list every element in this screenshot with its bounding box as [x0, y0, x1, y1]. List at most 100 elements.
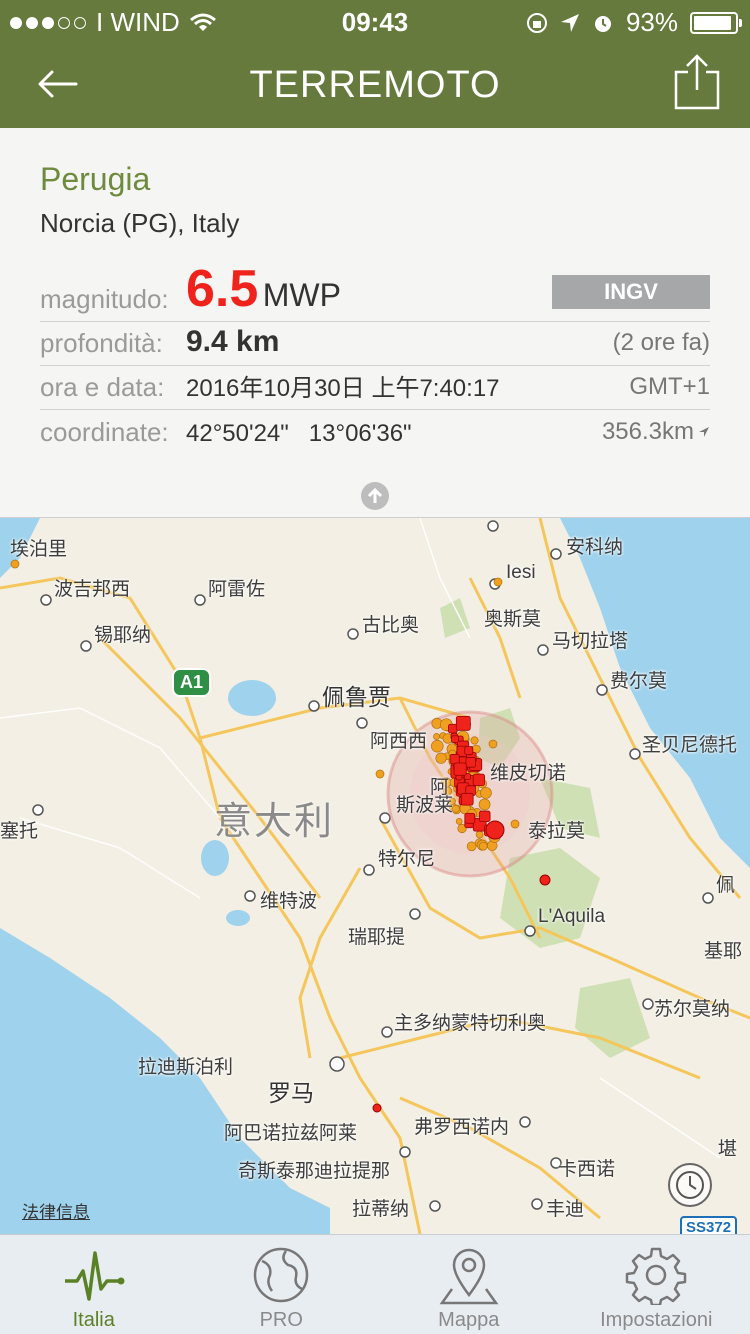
- map-pin-icon: [439, 1248, 499, 1305]
- datetime-value: 2016年10月30日 上午7:40:17: [186, 375, 500, 402]
- location-arrow-icon: [560, 13, 579, 32]
- city-label: 主多纳蒙特切利奥: [394, 1013, 547, 1034]
- distance-value: 356.3km: [601, 418, 694, 445]
- tab-pro[interactable]: PRO: [188, 1235, 376, 1334]
- region-name: Perugia: [40, 161, 151, 197]
- city-label: 苏尔莫纳: [654, 999, 731, 1020]
- seismograph-icon: [64, 1251, 125, 1301]
- battery-icon: [690, 11, 742, 34]
- alarm-icon: [594, 15, 611, 32]
- quake-marker[interactable]: [460, 792, 474, 806]
- status-bar: I WIND 09:43 93%: [0, 0, 750, 40]
- quake-marker[interactable]: [510, 819, 520, 829]
- quake-marker[interactable]: [10, 559, 20, 569]
- quake-marker[interactable]: [470, 736, 479, 745]
- city-label: L'Aquila: [538, 906, 606, 927]
- city-label: 塞托: [0, 821, 39, 842]
- orientation-lock-icon: [526, 12, 547, 33]
- quake-marker[interactable]: [375, 769, 385, 779]
- chevron-up-icon: [367, 487, 383, 503]
- depth-value: 9.4 km: [186, 325, 280, 358]
- city-label: 特尔尼: [378, 849, 436, 870]
- globe-icon: [254, 1247, 309, 1303]
- road-shield-ss372: SS372: [680, 1216, 738, 1234]
- recenter-button[interactable]: [668, 1163, 712, 1207]
- legal-info-link[interactable]: 法律信息: [22, 1198, 90, 1223]
- city-label: 瑞耶提: [348, 927, 406, 948]
- quake-marker[interactable]: [455, 818, 463, 825]
- city-label: 埃泊里: [10, 539, 68, 560]
- quake-marker[interactable]: [472, 773, 485, 786]
- timezone: GMT+1: [629, 373, 710, 400]
- quake-marker[interactable]: [478, 798, 491, 811]
- quake-marker[interactable]: [452, 804, 460, 813]
- tab-label: Impostazioni: [600, 1309, 713, 1331]
- coordinates-label: coordinate:: [40, 417, 169, 447]
- city-label: Iesi: [506, 562, 536, 583]
- quake-marker[interactable]: [433, 733, 440, 741]
- city-label: 堪: [718, 1139, 738, 1160]
- map-view[interactable]: A1 SS372 埃泊里 波吉邦西 阿雷佐 锡耶纳 古比奥 奥斯莫 安科纳 Ie…: [0, 518, 750, 1234]
- quake-marker[interactable]: [464, 812, 476, 824]
- quake-marker[interactable]: [493, 577, 503, 587]
- time-ago: (2 ore fa): [612, 329, 710, 356]
- city-label: 罗马: [268, 1080, 314, 1106]
- city-label: 拉蒂纳: [352, 1199, 410, 1220]
- quake-marker[interactable]: [539, 874, 551, 886]
- quake-marker[interactable]: [485, 820, 505, 840]
- city-label: 卡西诺: [558, 1159, 616, 1180]
- quake-marker[interactable]: [475, 830, 484, 839]
- page-title: TERREMOTO: [249, 64, 501, 106]
- depth-row: profondità: 9.4 km (2 ore fa): [40, 322, 710, 366]
- quake-marker[interactable]: [464, 746, 474, 756]
- quake-marker[interactable]: [451, 735, 459, 744]
- quake-marker[interactable]: [471, 744, 481, 754]
- magnitude-label: magnitudo:: [40, 284, 169, 314]
- city-label: 阿西西: [370, 731, 428, 752]
- city-label: 基耶: [704, 941, 743, 962]
- gear-icon: [626, 1247, 687, 1305]
- quake-marker[interactable]: [478, 841, 488, 851]
- quake-marker[interactable]: [372, 1103, 382, 1113]
- tab-italia[interactable]: Italia: [0, 1235, 188, 1334]
- earthquake-info-panel: Perugia Norcia (PG), Italy magnitudo: 6.…: [0, 128, 750, 518]
- location-arrow-icon: [699, 427, 709, 437]
- quake-marker[interactable]: [465, 757, 477, 768]
- magnitude-value: 6.5: [186, 260, 259, 318]
- tab-mappa[interactable]: Mappa: [375, 1235, 563, 1334]
- country-label: 意大利: [214, 801, 335, 843]
- quake-marker[interactable]: [449, 754, 460, 765]
- quake-marker[interactable]: [455, 715, 471, 731]
- navigation-bar: TERREMOTO: [0, 40, 750, 128]
- quake-marker[interactable]: [431, 739, 444, 753]
- clock-icon: [676, 1171, 704, 1199]
- tab-label: PRO: [259, 1309, 303, 1331]
- tab-impostazioni[interactable]: Impostazioni: [563, 1235, 750, 1334]
- tab-bar: Italia PRO Mappa Impostazioni: [0, 1234, 750, 1334]
- coordinates-value: 42°50'24" 13°06'36": [186, 420, 412, 447]
- quake-marker[interactable]: [435, 752, 447, 764]
- quake-marker[interactable]: [480, 787, 492, 799]
- tab-label: Mappa: [438, 1309, 500, 1331]
- city-label: 弗罗西诺内: [414, 1117, 510, 1138]
- share-button[interactable]: [674, 52, 720, 112]
- city-label: 阿雷佐: [208, 579, 266, 600]
- city-label: 锡耶纳: [94, 625, 152, 646]
- datetime-row: ora e data: 2016年10月30日 上午7:40:17 GMT+1: [40, 366, 710, 410]
- depth-label: profondità:: [40, 328, 163, 358]
- magnitude-unit: MWP: [262, 277, 341, 313]
- quake-marker[interactable]: [479, 810, 491, 822]
- city-label: 丰迪: [546, 1199, 585, 1220]
- quake-marker[interactable]: [466, 841, 477, 852]
- collapse-panel-button[interactable]: [361, 482, 389, 510]
- agency-badge[interactable]: INGV: [552, 275, 710, 309]
- quake-marker[interactable]: [488, 739, 498, 749]
- share-icon: [674, 54, 720, 110]
- coordinates-row: coordinate: 42°50'24" 13°06'36" 356.3km: [40, 410, 710, 454]
- city-label: 佩: [716, 875, 736, 896]
- city-label: 阿巴诺拉兹阿莱: [224, 1123, 358, 1144]
- city-label: 奇斯泰那迪拉提那: [238, 1161, 391, 1182]
- place-name: Norcia (PG), Italy: [40, 208, 240, 238]
- quake-marker[interactable]: [453, 762, 467, 776]
- city-label: 圣贝尼德托: [642, 735, 738, 756]
